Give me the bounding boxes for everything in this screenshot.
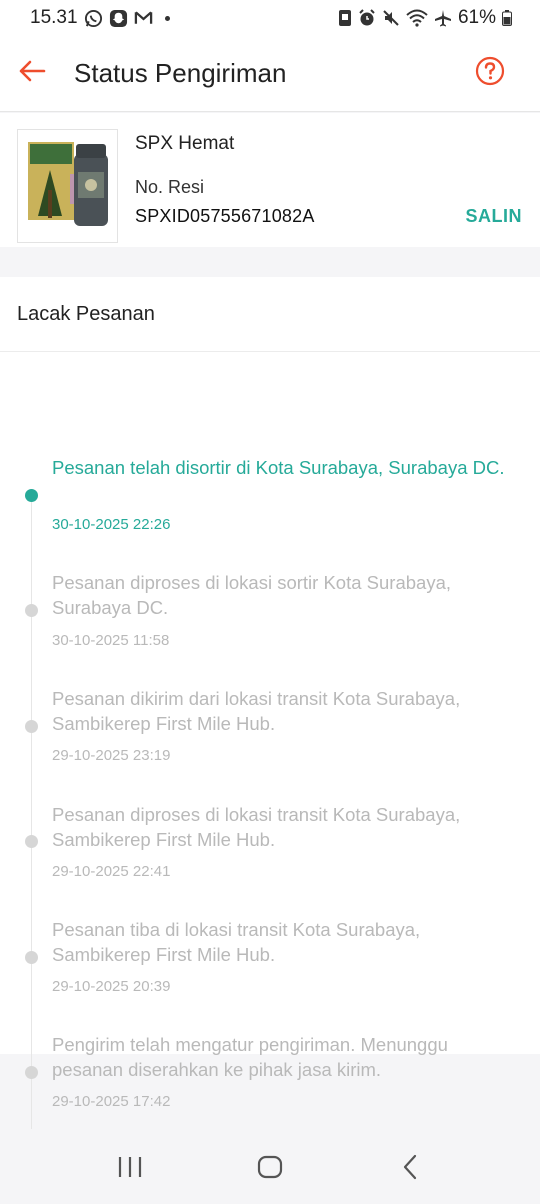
wifi-icon [406,9,428,27]
system-back-button[interactable] [380,1144,440,1194]
battery-percent: 61% [457,7,496,28]
event-time: 30-10-2025 22:26 [52,516,171,533]
home-icon [257,1155,283,1184]
event-description: Pengirim telah mengatur pengiriman. Menu… [52,1034,448,1080]
arrow-left-icon [18,60,46,87]
event-time: 30-10-2025 11:58 [52,632,170,649]
app-header: Status Pengiriman [0,36,540,112]
event-time: 29-10-2025 23:19 [52,747,171,764]
event-time: 29-10-2025 22:41 [52,863,171,880]
event-description: Pesanan diproses di lokasi sortir Kota S… [52,572,451,618]
event-description: Pesanan diproses di lokasi transit Kota … [52,804,461,850]
timeline-dot-active [25,489,38,502]
snapchat-icon [109,9,128,28]
timeline-dot [25,1066,38,1079]
timeline-dot [25,951,38,964]
tracking-section: Lacak Pesanan Pesanan telah disortir di … [0,277,540,1129]
timeline-line [31,495,32,1129]
system-nav-bar [0,1134,540,1204]
question-circle-icon [475,56,505,91]
tracking-heading: Lacak Pesanan [0,277,540,352]
home-button[interactable] [240,1144,300,1194]
gmail-icon [134,10,153,26]
back-button[interactable] [0,36,64,112]
event-description: Pesanan dikirim dari lokasi transit Kota… [52,688,461,734]
package-card: SPX Hemat No. Resi SPXID05755671082A SAL… [0,113,540,247]
recent-apps-icon [117,1156,143,1183]
event-time: 29-10-2025 17:42 [52,1093,171,1110]
alarm-icon [358,9,376,27]
timeline-dot [25,720,38,733]
event-time: 29-10-2025 20:39 [52,978,171,995]
status-bar: 15.31 61% [0,0,540,36]
copy-button[interactable]: SALIN [466,206,523,227]
event-description: Pesanan telah disortir di Kota Surabaya,… [52,457,505,478]
status-time: 15.31 [30,7,78,28]
help-button[interactable] [474,56,506,91]
event-description: Pesanan tiba di lokasi transit Kota Sura… [52,919,421,965]
whatsapp-icon [84,9,103,28]
product-thumbnail[interactable] [17,129,118,243]
mute-icon [382,9,400,27]
battery-icon [502,10,512,26]
notification-dot [164,15,170,21]
tracking-number: SPXID05755671082A [135,206,315,226]
courier-name: SPX Hemat [135,133,235,154]
page-title: Status Pengiriman [74,58,287,88]
recent-apps-button[interactable] [100,1144,160,1194]
timeline-dot [25,835,38,848]
storage-icon [338,9,352,27]
tracking-number-label: No. Resi [135,177,205,197]
chevron-left-icon [402,1154,418,1185]
timeline-dot [25,604,38,617]
airplane-mode-icon [434,9,452,27]
